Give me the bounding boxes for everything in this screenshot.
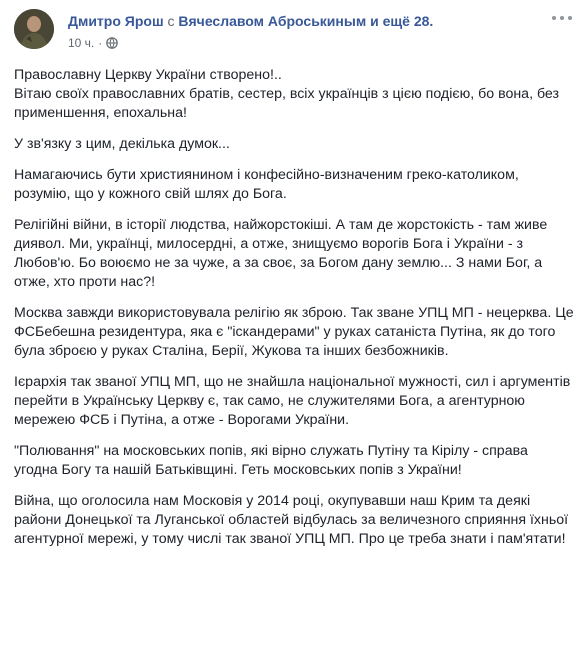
- avatar-photo-icon: [14, 9, 54, 49]
- meta-separator: ·: [98, 36, 103, 50]
- author-line: Дмитро Ярош с Вячеславом Аброськиным и е…: [68, 12, 433, 30]
- author-avatar[interactable]: [14, 9, 54, 49]
- post-paragraph: "Полювання" на московських попів, які ві…: [14, 443, 528, 478]
- more-options-icon[interactable]: [552, 11, 572, 25]
- post-body: Православну Церкву України створено!.. Ві…: [14, 66, 574, 561]
- post-paragraph: Ієрархія так званої УПЦ МП, що не знайшл…: [14, 374, 571, 428]
- post-paragraph: Православну Церкву України створено!.. Ві…: [14, 67, 559, 121]
- tagged-people-link[interactable]: Вячеславом Аброськиным и ещё 28.: [178, 13, 433, 29]
- post-paragraph: Намагаючись бути християнином і конфесій…: [14, 167, 519, 202]
- author-name-link[interactable]: Дмитро Ярош: [68, 13, 164, 29]
- post-meta: 10 ч. ·: [68, 35, 119, 51]
- post-paragraph: Релігійні війни, в історії людства, найж…: [14, 217, 548, 290]
- post-paragraph: Війна, що оголосила нам Московія у 2014 …: [14, 493, 569, 547]
- post-header: Дмитро Ярош с Вячеславом Аброськиным и е…: [14, 9, 574, 59]
- post-timestamp[interactable]: 10 ч.: [68, 35, 94, 51]
- post-paragraph: Москва завжди використовувала релігію як…: [14, 305, 574, 359]
- globe-icon[interactable]: [106, 37, 119, 49]
- post-paragraph: У зв'язку з цим, декілька думок...: [14, 136, 230, 152]
- with-text: с: [167, 13, 175, 29]
- facebook-post: Дмитро Ярош с Вячеславом Аброськиным и е…: [0, 0, 585, 653]
